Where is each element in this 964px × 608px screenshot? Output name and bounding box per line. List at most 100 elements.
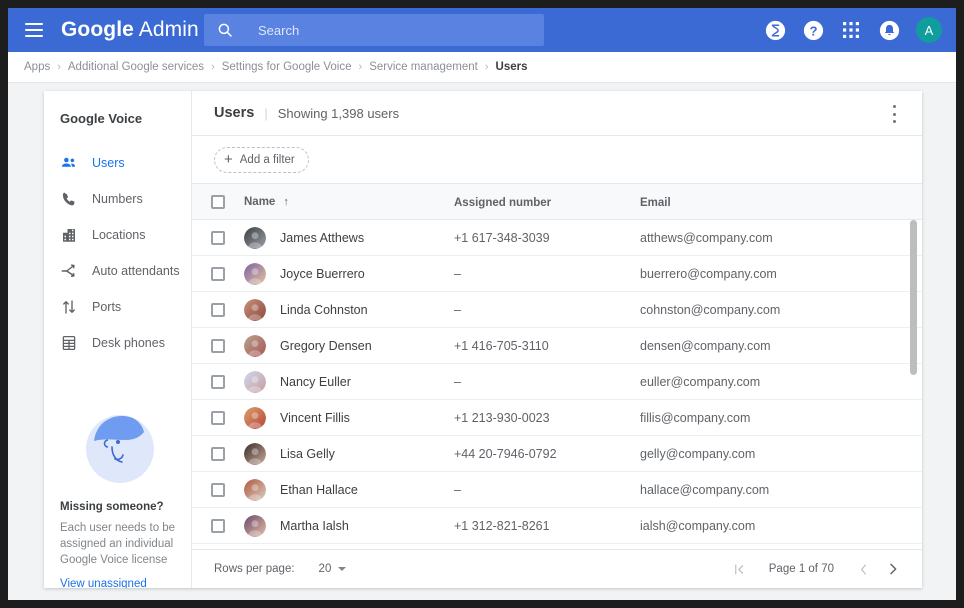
user-email: euller@company.com [640, 375, 922, 389]
breadcrumb-item-additional-services[interactable]: Additional Google services [68, 61, 204, 73]
sidebar-item-desk-phones[interactable]: Desk phones [44, 325, 191, 361]
app-brand: Google Admin [61, 18, 199, 42]
row-checkbox[interactable] [211, 483, 225, 497]
avatar [244, 371, 266, 393]
avatar [244, 299, 266, 321]
breadcrumb-item-apps[interactable]: Apps [24, 61, 50, 73]
table-header-row: Name ↑ Assigned number Email [192, 184, 922, 220]
row-checkbox[interactable] [211, 519, 225, 533]
phone-icon [60, 190, 78, 208]
sidebar-item-ports[interactable]: Ports [44, 289, 191, 325]
table-row[interactable]: Linda Cohnston–cohnston@company.com [192, 292, 922, 328]
user-assigned-number: +44 20-7946-0792 [454, 447, 640, 461]
next-page-icon[interactable] [878, 554, 908, 584]
breadcrumb-separator: › [211, 61, 215, 73]
content-card: Google Voice Users [44, 91, 922, 588]
user-email: buerrero@company.com [640, 267, 922, 281]
sidebar-item-label: Users [92, 156, 125, 170]
table-row[interactable]: James Atthews+1 617-348-3039atthews@comp… [192, 220, 922, 256]
cell-name: Gregory Densen [244, 335, 454, 357]
apps-grid-icon[interactable] [840, 19, 862, 41]
main-panel: Users | Showing 1,398 users + Add a filt… [192, 91, 922, 588]
avatar-letter: A [925, 23, 934, 38]
first-page-icon[interactable] [725, 554, 755, 584]
brand-admin: Admin [134, 18, 199, 41]
table-row[interactable]: Joyce Buerrero–buerrero@company.com [192, 256, 922, 292]
row-checkbox[interactable] [211, 303, 225, 317]
cell-name: James Atthews [244, 227, 454, 249]
user-assigned-number: – [454, 483, 640, 497]
add-filter-button[interactable]: + Add a filter [214, 147, 309, 173]
chevron-down-icon [338, 567, 346, 571]
table-row[interactable]: Gregory Densen+1 416-705-3110densen@comp… [192, 328, 922, 364]
user-email: densen@company.com [640, 339, 922, 353]
user-email: cohnston@company.com [640, 303, 922, 317]
row-select-cell [192, 303, 244, 317]
table-scrollbar-thumb[interactable] [910, 220, 917, 375]
sidebar-item-numbers[interactable]: Numbers [44, 181, 191, 217]
breadcrumb-item-service-management[interactable]: Service management [369, 61, 478, 73]
select-all-checkbox[interactable] [211, 195, 225, 209]
desk-phone-icon [60, 334, 78, 352]
sidebar-item-users[interactable]: Users [44, 145, 191, 181]
row-select-cell [192, 519, 244, 533]
row-checkbox[interactable] [211, 231, 225, 245]
column-header-email[interactable]: Email [640, 193, 922, 211]
call-split-icon [60, 262, 78, 280]
user-name: Joyce Buerrero [280, 267, 365, 281]
table-row[interactable]: Vincent Fillis+1 213-930-0023fillis@comp… [192, 400, 922, 436]
user-email: hallace@company.com [640, 483, 922, 497]
notifications-bell-icon[interactable] [878, 19, 900, 41]
column-header-label: Email [640, 197, 671, 209]
row-checkbox[interactable] [211, 447, 225, 461]
cell-name: Martha Ialsh [244, 515, 454, 537]
table-scrollbar-track[interactable] [909, 220, 919, 549]
column-header-name[interactable]: Name ↑ [244, 196, 454, 208]
cell-name: Joyce Buerrero [244, 263, 454, 285]
avatar [244, 443, 266, 465]
help-icon[interactable]: ? [802, 19, 824, 41]
user-email: fillis@company.com [640, 411, 922, 425]
user-assigned-number: – [454, 375, 640, 389]
table-row[interactable]: Martha Ialsh+1 312-821-8261ialsh@company… [192, 508, 922, 544]
row-checkbox[interactable] [211, 375, 225, 389]
table-row[interactable]: Nancy Euller–euller@company.com [192, 364, 922, 400]
breadcrumb: Apps › Additional Google services › Sett… [8, 52, 956, 83]
trial-status-icon[interactable] [764, 19, 786, 41]
breadcrumb-item-settings-google-voice[interactable]: Settings for Google Voice [222, 61, 352, 73]
sidebar-item-auto-attendants[interactable]: Auto attendants [44, 253, 191, 289]
sidebar-item-label: Locations [92, 228, 146, 242]
view-unassigned-link[interactable]: View unassigned [60, 578, 180, 588]
top-bar-icons: ? A [764, 8, 942, 52]
user-assigned-number: +1 213-930-0023 [454, 411, 640, 425]
table-footer: Rows per page: 20 Page 1 of 70 [192, 549, 922, 588]
page-title: Users [214, 105, 254, 121]
kebab-menu-icon[interactable] [886, 105, 902, 123]
search-input[interactable]: Search [204, 14, 544, 46]
row-select-cell [192, 483, 244, 497]
prev-page-icon[interactable] [848, 554, 878, 584]
sort-ascending-icon: ↑ [283, 196, 289, 208]
rows-per-page-label: Rows per page: [214, 563, 295, 575]
cell-name: Nancy Euller [244, 371, 454, 393]
promo-heading: Missing someone? [60, 501, 180, 513]
promo-body: Each user needs to be assigned an indivi… [60, 520, 180, 568]
table-row[interactable]: Lisa Gelly+44 20-7946-0792gelly@company.… [192, 436, 922, 472]
row-checkbox[interactable] [211, 411, 225, 425]
account-avatar[interactable]: A [916, 17, 942, 43]
add-filter-label: Add a filter [240, 154, 295, 166]
sidebar-item-locations[interactable]: Locations [44, 217, 191, 253]
column-header-assigned-number[interactable]: Assigned number [454, 193, 640, 211]
breadcrumb-separator: › [57, 61, 61, 73]
row-checkbox[interactable] [211, 267, 225, 281]
hamburger-menu-icon[interactable] [25, 23, 43, 37]
app-window: Google Admin Search ? [8, 8, 956, 600]
row-select-cell [192, 375, 244, 389]
title-divider: | [264, 106, 267, 121]
table-row[interactable]: Ethan Hallace–hallace@company.com [192, 472, 922, 508]
user-email: gelly@company.com [640, 447, 922, 461]
cell-name: Ethan Hallace [244, 479, 454, 501]
sidebar-item-label: Desk phones [92, 336, 165, 350]
row-checkbox[interactable] [211, 339, 225, 353]
rows-per-page-select[interactable]: 20 [319, 563, 347, 575]
